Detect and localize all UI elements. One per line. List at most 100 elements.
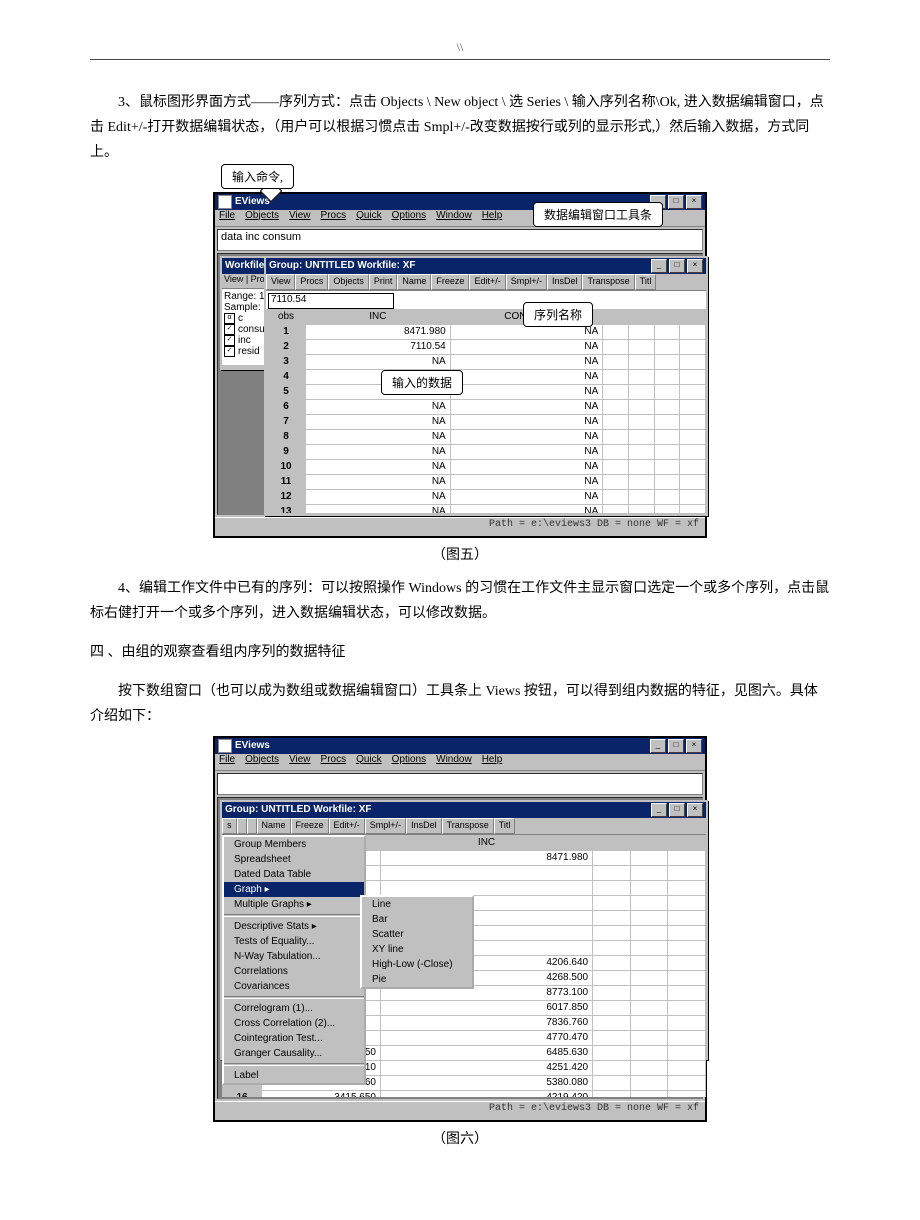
spreadsheet[interactable]: INC8471.9804206.6404268.5008773.1006017.… [222,835,706,1097]
cell[interactable]: NA [306,474,451,489]
menu-procs[interactable]: Procs [321,210,347,226]
menu-window[interactable]: Window [436,210,472,226]
menu-window[interactable]: Window [436,754,472,770]
menu-item[interactable]: Correlations [224,964,364,979]
max-button[interactable]: □ [668,195,684,209]
menu-objects[interactable]: Objects [245,210,279,226]
menu-file[interactable]: File [219,210,235,226]
tool-button[interactable]: Name [257,818,291,834]
min-button[interactable]: _ [650,739,666,753]
view-menu[interactable]: Group MembersSpreadsheetDated Data Table… [222,835,366,1085]
max-button[interactable]: □ [668,739,684,753]
submenu-item[interactable]: High-Low (-Close) [362,957,472,972]
cell[interactable]: NA [306,354,451,369]
tool-button[interactable]: Procs [295,274,328,290]
cell[interactable]: NA [450,354,603,369]
close-button[interactable]: × [686,739,702,753]
data-grid[interactable]: obsINCCONSUM18471.980NA27110.54NA3NANA4N… [266,309,706,513]
menu-view[interactable]: View [289,754,311,770]
cell[interactable]: NA [450,474,603,489]
close-button[interactable]: × [686,195,702,209]
menu-item[interactable]: Covariances [224,979,364,994]
tool-button[interactable]: Edit+/- [329,818,365,834]
max-button[interactable]: □ [669,803,685,817]
close-button[interactable]: × [687,803,703,817]
cell[interactable]: 5380.080 [381,1075,593,1090]
menu-item[interactable]: N-Way Tabulation... [224,949,364,964]
wf-item[interactable]: inc [238,335,251,346]
wf-item[interactable]: c [238,313,243,324]
command-input[interactable] [217,773,703,795]
cell[interactable]: 6017.850 [381,1000,593,1015]
max-button[interactable]: □ [669,259,685,273]
menu-item[interactable]: Group Members [224,837,364,852]
cell[interactable]: NA [306,414,451,429]
cell[interactable]: NA [450,339,603,354]
menu-item[interactable]: Correlogram (1)... [224,1001,364,1016]
tool-button[interactable]: Transpose [582,274,634,290]
tool-button[interactable]: Transpose [442,818,494,834]
tool-button[interactable]: Titl [494,818,516,834]
cell[interactable]: NA [450,399,603,414]
menu-item[interactable]: Granger Causality... [224,1046,364,1061]
menu-item[interactable]: Descriptive Stats ▸ [224,919,364,934]
menu-item[interactable]: Multiple Graphs ▸ [224,897,364,912]
cell[interactable]: 7836.760 [381,1015,593,1030]
menu-quick[interactable]: Quick [356,210,382,226]
cell[interactable]: NA [450,429,603,444]
menu-procs[interactable]: Procs [321,754,347,770]
cell[interactable]: 8471.980 [306,324,451,339]
menu-file[interactable]: File [219,754,235,770]
cell[interactable]: NA [306,444,451,459]
cell[interactable]: NA [306,489,451,504]
wf-item[interactable]: resid [238,346,260,357]
cell[interactable]: NA [306,459,451,474]
menu-quick[interactable]: Quick [356,754,382,770]
cell-edit-box[interactable]: 7110.54 [268,293,394,309]
menu-options[interactable]: Options [392,754,426,770]
cell[interactable] [381,865,593,880]
cell[interactable]: NA [306,399,451,414]
tool-button[interactable]: s [222,818,237,834]
cell[interactable]: 6485.630 [381,1045,593,1060]
menu-item[interactable]: Graph ▸ [224,882,364,897]
tool-button[interactable] [247,818,257,834]
command-input[interactable]: data inc consum [217,229,703,251]
min-button[interactable]: _ [651,803,667,817]
spreadsheet[interactable]: 7110.54 obsINCCONSUM18471.980NA27110.54N… [266,291,706,513]
cell[interactable]: NA [306,429,451,444]
tool-button[interactable]: Freeze [431,274,469,290]
menu-item[interactable]: Tests of Equality... [224,934,364,949]
cell[interactable]: NA [306,504,451,513]
cell[interactable]: 4251.420 [381,1060,593,1075]
cell[interactable]: 7110.54 [306,339,451,354]
tool-button[interactable]: Freeze [291,818,329,834]
submenu-item[interactable]: Scatter [362,927,472,942]
tool-button[interactable]: Objects [328,274,369,290]
cell[interactable]: 4219.420 [381,1090,593,1097]
tool-button[interactable]: Name [397,274,431,290]
menu-options[interactable]: Options [392,210,426,226]
tool-button[interactable] [237,818,247,834]
menu-item[interactable]: Cointegration Test... [224,1031,364,1046]
cell[interactable]: NA [450,489,603,504]
cell[interactable]: NA [450,504,603,513]
menu-objects[interactable]: Objects [245,754,279,770]
tool-button[interactable]: Edit+/- [469,274,505,290]
menu-help[interactable]: Help [482,210,503,226]
close-button[interactable]: × [687,259,703,273]
tool-button[interactable]: InsDel [547,274,583,290]
submenu-item[interactable]: Bar [362,912,472,927]
menu-item[interactable]: Label [224,1068,364,1083]
submenu-item[interactable]: XY line [362,942,472,957]
submenu-item[interactable]: Pie [362,972,472,987]
tool-button[interactable]: Titl [635,274,657,290]
tool-button[interactable]: View [266,274,295,290]
menu-item[interactable]: Cross Correlation (2)... [224,1016,364,1031]
tool-button[interactable]: Smpl+/- [506,274,547,290]
cell[interactable]: NA [450,444,603,459]
menu-help[interactable]: Help [482,754,503,770]
tool-button[interactable]: Smpl+/- [365,818,406,834]
tool-button[interactable]: InsDel [406,818,442,834]
cell[interactable]: 8471.980 [381,850,593,865]
